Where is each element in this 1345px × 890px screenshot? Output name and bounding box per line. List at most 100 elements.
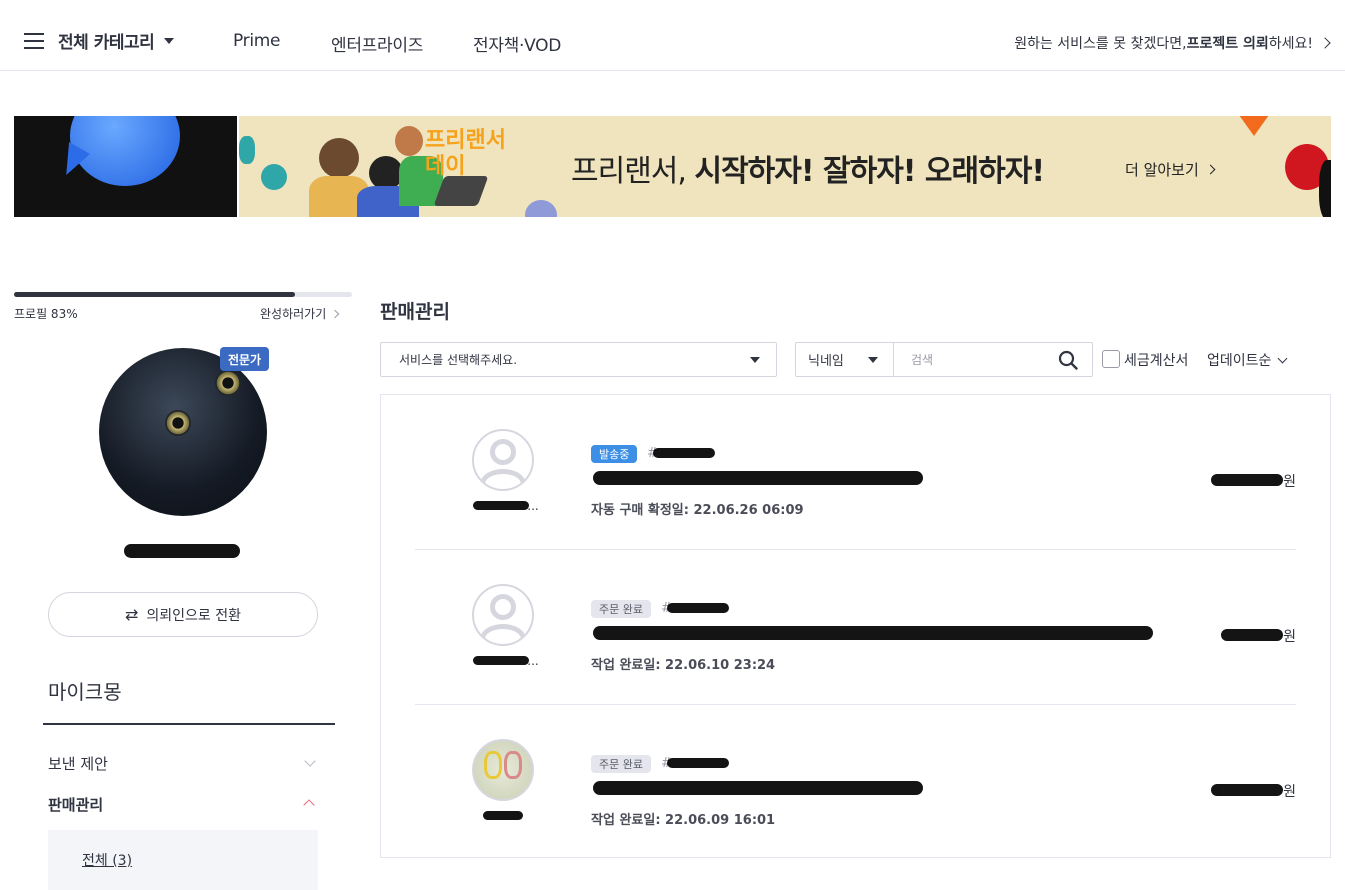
chevron-right-icon	[331, 309, 340, 318]
profile-avatar[interactable]	[99, 348, 267, 516]
order-list: ... 발송중 # 자동 구매 확정일: 22.06.26 06:09 원 ..…	[380, 394, 1331, 858]
chevron-down-icon	[1277, 353, 1288, 363]
redaction-scribble	[483, 811, 523, 820]
redaction-scribble	[1221, 629, 1283, 641]
laptop-graphic	[433, 176, 489, 206]
buyer-avatar[interactable]	[472, 584, 534, 646]
sidebar-item-sales-management[interactable]: 판매관리	[48, 794, 103, 815]
category-menu[interactable]: 전체 카테고리	[24, 28, 175, 53]
project-request-suffix: 하세요!	[1268, 36, 1313, 52]
default-avatar-body	[480, 624, 526, 644]
project-request-bold: 프로젝트 의뢰	[1186, 36, 1269, 52]
flower-graphic	[261, 164, 287, 190]
search-icon[interactable]	[1058, 350, 1078, 370]
sidebar-item-sent-proposals[interactable]: 보낸 제안	[48, 753, 108, 774]
flower-graphic	[239, 136, 255, 164]
top-nav: 전체 카테고리 Prime 엔터프라이즈 전자책·VOD 원하는 서비스를 못 …	[0, 0, 1345, 71]
search-bar: 닉네임	[795, 342, 1093, 377]
profile-progress-fill	[14, 292, 295, 297]
redaction-scribble	[653, 448, 715, 458]
order-row[interactable]: 주문 완료 # 작업 완료일: 22.06.09 16:01 원	[381, 705, 1330, 859]
redaction-scribble	[667, 758, 729, 768]
banner-main-panel: 프리랜서 데이 프리랜서, 시작하자! 잘하자! 오래하자! 더 알아보기	[239, 116, 1331, 217]
redaction-scribble	[1211, 474, 1283, 486]
search-type-select[interactable]: 닉네임	[796, 343, 894, 376]
switch-to-client-button[interactable]: ⇄ 의뢰인으로 전환	[48, 592, 318, 637]
redaction-scribble	[593, 471, 923, 485]
status-badge: 주문 완료	[591, 755, 651, 773]
tax-invoice-label: 세금계산서	[1124, 353, 1189, 369]
search-type-value: 닉네임	[808, 354, 844, 369]
chat-bubble-graphic	[70, 116, 180, 186]
switch-to-client-label: 의뢰인으로 전환	[146, 607, 242, 624]
profile-progress-bar	[14, 292, 352, 297]
sidebar-subitem-all[interactable]: 전체 (3)	[82, 850, 132, 870]
buyer-avatar[interactable]	[472, 739, 534, 801]
project-request-prefix: 원하는 서비스를 못 찾겠다면,	[1014, 36, 1187, 52]
chevron-right-icon	[1319, 37, 1331, 49]
hamburger-icon	[24, 32, 44, 49]
order-row[interactable]: ... 주문 완료 # 작업 완료일: 22.06.10 23:24 원	[381, 550, 1330, 704]
swap-arrows-icon: ⇄	[124, 605, 139, 624]
service-select[interactable]: 서비스를 선택해주세요.	[380, 342, 777, 377]
caret-down-icon	[868, 357, 878, 363]
banner-copy-prefix: 프리랜서,	[571, 154, 695, 189]
search-input[interactable]	[895, 343, 1055, 376]
order-price: 원	[1283, 474, 1296, 490]
complete-profile-link[interactable]: 완성하러가기	[260, 305, 340, 322]
cat-eye-graphic	[165, 410, 191, 436]
project-request-link[interactable]: 원하는 서비스를 못 찾겠다면, 프로젝트 의뢰 하세요!	[1014, 33, 1331, 53]
sort-select-value: 업데이트순	[1207, 353, 1272, 369]
banner-copy: 프리랜서, 시작하자! 잘하자! 오래하자!	[571, 146, 1045, 190]
banner-more-label: 더 알아보기	[1125, 161, 1199, 179]
chevron-up-icon[interactable]	[303, 799, 315, 811]
order-date: 자동 구매 확정일: 22.06.26 06:09	[591, 503, 804, 518]
default-avatar-head	[490, 439, 516, 465]
order-date: 작업 완료일: 22.06.09 16:01	[591, 813, 776, 828]
profile-progress-label: 프로필 83%	[14, 307, 78, 321]
banner-more-link[interactable]: 더 알아보기	[1125, 159, 1216, 180]
order-price: 원	[1283, 784, 1296, 800]
redaction-scribble	[667, 603, 729, 613]
caret-down-icon	[750, 357, 760, 363]
flower-graphic	[525, 200, 557, 217]
cat-eye-graphic	[215, 370, 241, 396]
category-label: 전체 카테고리	[58, 33, 155, 53]
redaction-scribble	[593, 626, 1153, 640]
status-badge: 주문 완료	[591, 600, 651, 618]
chevron-down-icon[interactable]	[304, 755, 316, 767]
banner-edge-graphic	[1319, 160, 1331, 217]
service-select-value: 서비스를 선택해주세요.	[399, 353, 518, 367]
page-title: 판매관리	[380, 301, 450, 323]
order-date: 작업 완료일: 22.06.10 23:24	[591, 658, 776, 673]
nav-link-ebook-vod[interactable]: 전자책·VOD	[473, 31, 561, 56]
avatar-photo-graphic	[504, 751, 522, 779]
buyer-avatar[interactable]	[472, 429, 534, 491]
tax-invoice-checkbox[interactable]	[1102, 350, 1120, 368]
status-badge: 발송중	[591, 445, 638, 463]
order-row[interactable]: ... 발송중 # 자동 구매 확정일: 22.06.26 06:09 원	[381, 395, 1330, 549]
expert-badge: 전문가	[220, 347, 269, 371]
sidebar-divider	[43, 723, 335, 725]
caret-down-icon	[164, 37, 175, 44]
promo-banner[interactable]: 프리랜서 데이 프리랜서, 시작하자! 잘하자! 오래하자! 더 알아보기	[14, 116, 1331, 217]
complete-profile-label: 완성하러가기	[260, 307, 327, 321]
sidebar-submenu: 전체 (3)	[48, 830, 318, 890]
star-burst-graphic	[1234, 116, 1274, 136]
redaction-scribble	[473, 656, 529, 665]
redaction-scribble	[1211, 784, 1283, 796]
avatar-photo-graphic	[484, 751, 502, 779]
banner-left-panel	[14, 116, 237, 217]
illustration-person	[369, 156, 403, 190]
banner-copy-bold: 시작하자! 잘하자! 오래하자!	[694, 154, 1045, 189]
banner-badge-title: 프리랜서 데이	[425, 128, 506, 179]
sort-select[interactable]: 업데이트순	[1207, 350, 1288, 370]
nav-link-prime[interactable]: Prime	[233, 31, 280, 51]
illustration-person	[319, 138, 359, 178]
order-price: 원	[1283, 629, 1296, 645]
chevron-right-icon	[1205, 164, 1216, 175]
nav-link-enterprise[interactable]: 엔터프라이즈	[331, 31, 423, 56]
illustration-person	[395, 126, 423, 156]
redaction-scribble	[473, 501, 529, 510]
redaction-scribble	[124, 544, 240, 558]
